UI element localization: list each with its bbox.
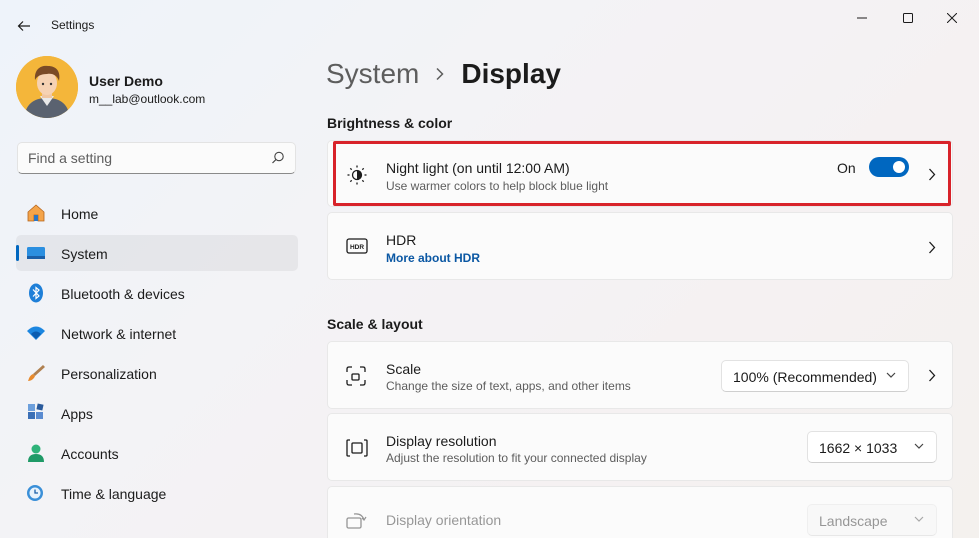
search-box[interactable]: Find a setting — [17, 142, 296, 174]
chevron-down-icon — [914, 516, 924, 522]
breadcrumb-parent[interactable]: System — [326, 58, 419, 90]
scale-description: Change the size of text, apps, and other… — [386, 379, 631, 393]
apps-icon — [28, 403, 44, 419]
sidebar-item-label: Personalization — [61, 366, 157, 382]
hdr-link[interactable]: More about HDR — [386, 251, 480, 265]
close-icon — [947, 13, 957, 23]
svg-text:HDR: HDR — [350, 244, 364, 251]
sidebar-item-system[interactable]: System — [16, 235, 298, 271]
bluetooth-icon — [29, 283, 43, 303]
sidebar-item-label: Accounts — [61, 446, 119, 462]
orientation-icon — [346, 513, 367, 529]
sidebar-item-apps[interactable]: Apps — [16, 395, 298, 431]
breadcrumb-chevron-icon — [435, 67, 445, 81]
scale-value: 100% (Recommended) — [733, 369, 877, 385]
maximize-button[interactable] — [888, 8, 928, 28]
sidebar-item-label: Network & internet — [61, 326, 177, 342]
hdr-title: HDR — [386, 232, 417, 248]
user-profile[interactable]: User Demo m__lab@outlook.com — [16, 56, 306, 118]
orientation-dropdown[interactable]: Landscape — [807, 504, 937, 536]
user-name: User Demo — [89, 73, 163, 89]
section-title-brightness: Brightness & color — [327, 115, 453, 131]
user-email: m__lab@outlook.com — [89, 92, 206, 106]
back-button[interactable] — [12, 14, 36, 38]
sidebar-item-personalization[interactable]: Personalization — [16, 355, 298, 391]
close-button[interactable] — [932, 8, 972, 28]
sidebar-item-label: Apps — [61, 406, 93, 422]
back-icon — [17, 21, 30, 31]
resolution-description: Adjust the resolution to fit your connec… — [386, 451, 647, 465]
avatar-image — [16, 56, 78, 118]
resolution-value: 1662 × 1033 — [819, 440, 898, 456]
search-icon[interactable] — [271, 151, 285, 165]
accounts-icon — [28, 444, 44, 462]
sidebar-item-label: System — [61, 246, 108, 262]
chevron-down-icon — [914, 443, 924, 449]
minimize-icon — [857, 17, 867, 19]
chevron-right-icon[interactable] — [928, 241, 936, 254]
wifi-icon — [27, 326, 45, 340]
avatar — [16, 56, 78, 118]
scale-dropdown[interactable]: 100% (Recommended) — [721, 360, 909, 392]
chevron-down-icon — [886, 372, 896, 378]
scale-card[interactable]: Scale Change the size of text, apps, and… — [327, 341, 953, 409]
resolution-dropdown[interactable]: 1662 × 1033 — [807, 431, 937, 463]
page-title: Display — [461, 58, 561, 89]
sidebar-item-home[interactable]: Home — [16, 195, 298, 231]
orientation-card[interactable]: Display orientation Landscape — [327, 486, 953, 538]
resolution-title: Display resolution — [386, 433, 497, 449]
sidebar-item-accounts[interactable]: Accounts — [16, 435, 298, 471]
scale-title: Scale — [386, 361, 422, 377]
system-icon — [27, 247, 45, 259]
chevron-right-icon[interactable] — [928, 369, 936, 382]
sidebar-item-label: Home — [61, 206, 99, 222]
sidebar-item-bluetooth[interactable]: Bluetooth & devices — [16, 275, 298, 311]
highlight-box — [333, 141, 951, 206]
title-bar: Settings — [0, 0, 979, 48]
scale-icon — [346, 366, 366, 386]
resolution-icon — [346, 439, 368, 457]
sidebar-item-label: Time & language — [61, 486, 167, 502]
clock-globe-icon — [27, 485, 43, 501]
search-input[interactable]: Find a setting — [28, 150, 112, 166]
sidebar-item-label: Bluetooth & devices — [61, 286, 185, 302]
sidebar-nav: Home System Bluetooth & devices Network … — [16, 195, 298, 515]
sidebar-item-time-language[interactable]: Time & language — [16, 475, 298, 511]
sidebar-item-network[interactable]: Network & internet — [16, 315, 298, 351]
hdr-icon: HDR — [346, 238, 368, 254]
brush-icon — [28, 365, 45, 381]
app-title: Settings — [51, 18, 95, 32]
orientation-title: Display orientation — [386, 512, 502, 528]
minimize-button[interactable] — [842, 8, 882, 28]
section-title-scale-layout: Scale & layout — [327, 316, 423, 332]
hdr-card[interactable]: HDR HDR More about HDR — [327, 212, 953, 280]
orientation-value: Landscape — [819, 513, 888, 529]
breadcrumb: System Display — [326, 58, 561, 90]
home-icon — [27, 204, 45, 222]
resolution-card[interactable]: Display resolution Adjust the resolution… — [327, 413, 953, 481]
maximize-icon — [903, 13, 913, 23]
